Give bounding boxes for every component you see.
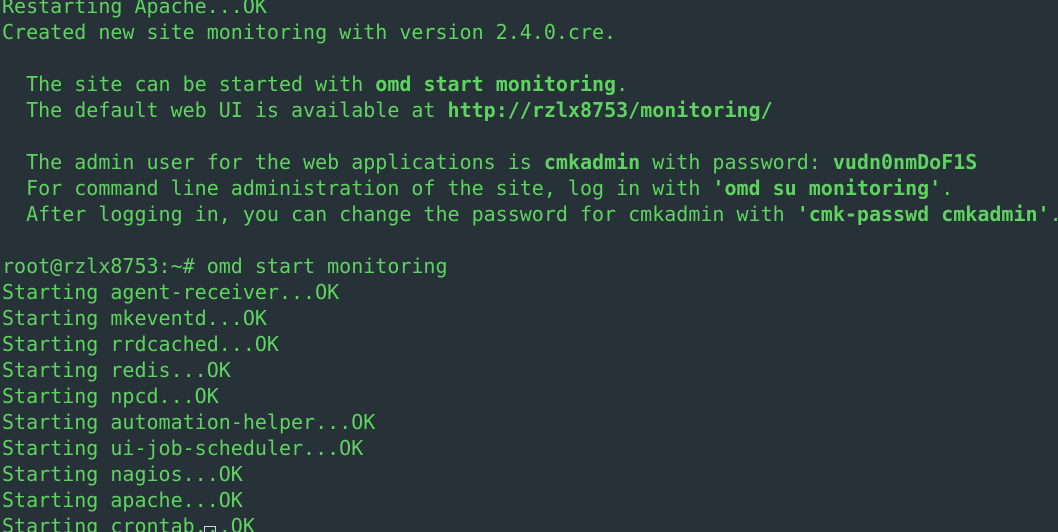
terminal-line: Starting ui-job-scheduler...OK: [2, 436, 364, 460]
terminal-line: Starting npcd...OK: [2, 384, 219, 408]
line-text: .: [616, 72, 629, 96]
terminal-line: Starting redis...OK: [2, 358, 231, 382]
highlighted-text: cmkadmin: [543, 150, 641, 174]
terminal-line: Starting agent-receiver...OK: [2, 280, 340, 304]
terminal-output: Restarting Apache...OK Created new site m…: [2, 0, 1058, 532]
line-text: For command line administration of the s…: [2, 176, 713, 200]
terminal-line: Starting nagios...OK: [2, 462, 243, 486]
terminal-line: The admin user for the web applications …: [2, 149, 1058, 175]
terminal-line: The default web UI is available at http:…: [2, 97, 1058, 123]
terminal-line: Starting automation-helper...OK: [2, 410, 376, 434]
highlighted-text: omd start monitoring: [375, 72, 617, 96]
line-text: .: [1050, 202, 1058, 226]
terminal-line: Restarting Apache...OK: [2, 0, 267, 18]
terminal-line: The site can be started with omd start m…: [2, 71, 1058, 97]
highlighted-text: 'cmk-passwd cmkadmin': [796, 202, 1050, 226]
line-text: After logging in, you can change the pas…: [2, 202, 797, 226]
line-text: .: [941, 176, 954, 200]
terminal-line: root@rzlx8753:~# omd start monitoring: [2, 254, 448, 278]
terminal-line: Starting crontab...OK: [2, 514, 255, 532]
line-text: The admin user for the web applications …: [2, 150, 544, 174]
terminal-line: Starting apache...OK: [2, 488, 243, 512]
terminal-line: After logging in, you can change the pas…: [2, 201, 1058, 227]
terminal-line: For command line administration of the s…: [2, 175, 1058, 201]
highlighted-text: 'omd su monitoring': [712, 176, 942, 200]
terminal-line: Starting mkeventd...OK: [2, 306, 267, 330]
line-text: The site can be started with: [2, 72, 376, 96]
highlighted-text: http://rzlx8753/monitoring/: [447, 98, 773, 122]
terminal-cursor: [204, 526, 216, 532]
line-text: The default web UI is available at: [2, 98, 448, 122]
terminal-line: Created new site monitoring with version…: [2, 20, 617, 44]
line-text: with password:: [640, 150, 833, 174]
highlighted-text: vudn0nmDoF1S: [832, 150, 978, 174]
terminal-line: Starting rrdcached...OK: [2, 332, 279, 356]
terminal-window[interactable]: Restarting Apache...OK Created new site m…: [0, 0, 1058, 532]
